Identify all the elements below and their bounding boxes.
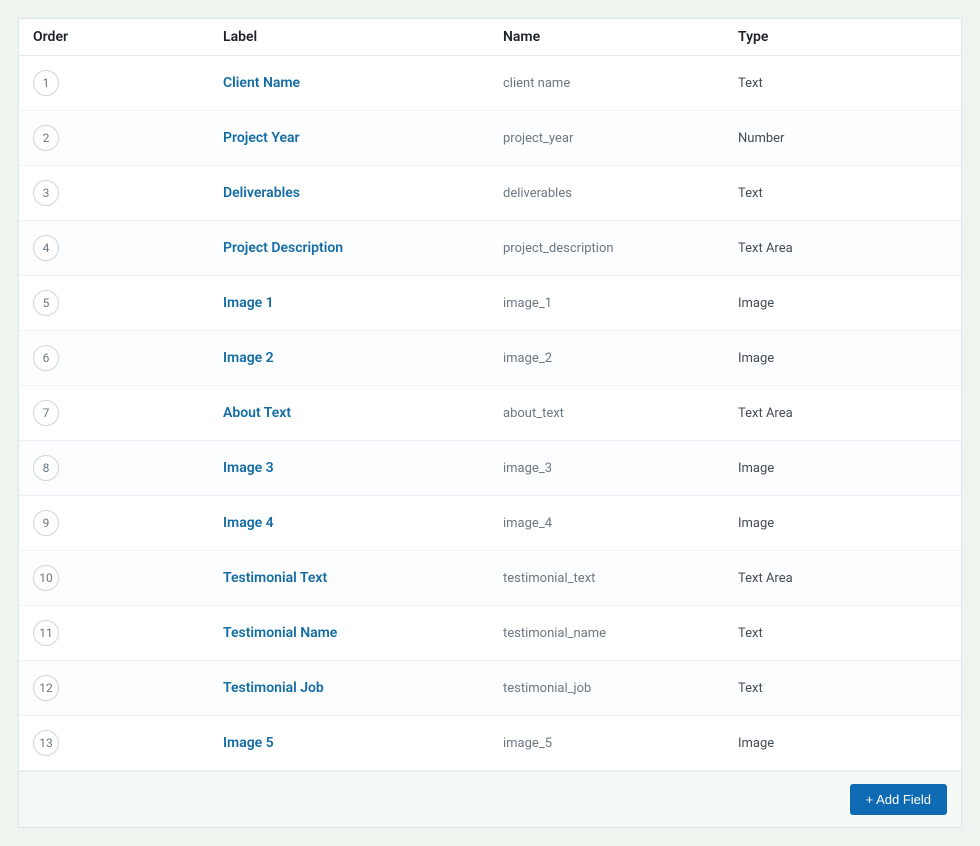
- table-row[interactable]: 7 About Text about_text Text Area: [19, 386, 961, 441]
- table-row[interactable]: 6 Image 2 image_2 Image: [19, 331, 961, 386]
- field-name: project_year: [503, 131, 573, 146]
- field-name: testimonial_text: [503, 571, 595, 586]
- order-handle[interactable]: 12: [33, 675, 59, 701]
- field-name: testimonial_job: [503, 681, 591, 696]
- field-type: Text Area: [738, 406, 793, 421]
- field-name: about_text: [503, 406, 564, 421]
- field-name: image_5: [503, 736, 552, 751]
- field-name: project_description: [503, 241, 614, 256]
- field-type: Text: [738, 626, 763, 641]
- order-handle[interactable]: 8: [33, 455, 59, 481]
- table-header: Order Label Name Type: [19, 19, 961, 56]
- table-row[interactable]: 2 Project Year project_year Number: [19, 111, 961, 166]
- field-type: Text: [738, 681, 763, 696]
- field-type: Text Area: [738, 571, 793, 586]
- field-label-link[interactable]: Project Year: [223, 130, 300, 146]
- field-label-link[interactable]: Testimonial Job: [223, 680, 324, 696]
- table-row[interactable]: 13 Image 5 image_5 Image: [19, 716, 961, 771]
- field-name: client name: [503, 76, 570, 91]
- order-handle[interactable]: 1: [33, 70, 59, 96]
- header-order: Order: [33, 29, 223, 45]
- order-handle[interactable]: 7: [33, 400, 59, 426]
- field-type: Image: [738, 736, 774, 751]
- header-name: Name: [503, 29, 738, 45]
- header-label: Label: [223, 29, 503, 45]
- table-row[interactable]: 9 Image 4 image_4 Image: [19, 496, 961, 551]
- table-row[interactable]: 1 Client Name client name Text: [19, 56, 961, 111]
- table-row[interactable]: 10 Testimonial Text testimonial_text Tex…: [19, 551, 961, 606]
- field-type: Number: [738, 131, 784, 146]
- field-label-link[interactable]: Image 2: [223, 350, 274, 366]
- field-type: Text: [738, 76, 763, 91]
- field-name: image_3: [503, 461, 552, 476]
- field-label-link[interactable]: Image 1: [223, 295, 274, 311]
- rows-container: 1 Client Name client name Text 2 Project…: [19, 56, 961, 771]
- field-type: Text Area: [738, 241, 793, 256]
- field-type: Image: [738, 296, 774, 311]
- table-row[interactable]: 4 Project Description project_descriptio…: [19, 221, 961, 276]
- order-handle[interactable]: 13: [33, 730, 59, 756]
- field-name: image_2: [503, 351, 552, 366]
- field-name: deliverables: [503, 186, 572, 201]
- header-type: Type: [738, 29, 947, 45]
- field-label-link[interactable]: Project Description: [223, 240, 343, 256]
- field-label-link[interactable]: Deliverables: [223, 185, 300, 201]
- table-row[interactable]: 5 Image 1 image_1 Image: [19, 276, 961, 331]
- field-label-link[interactable]: About Text: [223, 405, 291, 421]
- field-label-link[interactable]: Testimonial Name: [223, 625, 337, 641]
- field-type: Image: [738, 516, 774, 531]
- field-label-link[interactable]: Client Name: [223, 75, 300, 91]
- order-handle[interactable]: 4: [33, 235, 59, 261]
- table-row[interactable]: 3 Deliverables deliverables Text: [19, 166, 961, 221]
- field-label-link[interactable]: Testimonial Text: [223, 570, 327, 586]
- table-footer: + Add Field: [19, 771, 961, 827]
- add-field-button[interactable]: + Add Field: [850, 784, 947, 815]
- field-type: Image: [738, 351, 774, 366]
- table-row[interactable]: 12 Testimonial Job testimonial_job Text: [19, 661, 961, 716]
- field-label-link[interactable]: Image 4: [223, 515, 274, 531]
- field-type: Image: [738, 461, 774, 476]
- order-handle[interactable]: 5: [33, 290, 59, 316]
- field-label-link[interactable]: Image 3: [223, 460, 274, 476]
- order-handle[interactable]: 2: [33, 125, 59, 151]
- order-handle[interactable]: 9: [33, 510, 59, 536]
- field-type: Text: [738, 186, 763, 201]
- order-handle[interactable]: 6: [33, 345, 59, 371]
- order-handle[interactable]: 11: [33, 620, 59, 646]
- order-handle[interactable]: 3: [33, 180, 59, 206]
- field-name: image_1: [503, 296, 552, 311]
- field-name: image_4: [503, 516, 552, 531]
- order-handle[interactable]: 10: [33, 565, 59, 591]
- fields-panel: Order Label Name Type 1 Client Name clie…: [18, 18, 962, 828]
- field-name: testimonial_name: [503, 626, 606, 641]
- field-label-link[interactable]: Image 5: [223, 735, 274, 751]
- table-row[interactable]: 8 Image 3 image_3 Image: [19, 441, 961, 496]
- table-row[interactable]: 11 Testimonial Name testimonial_name Tex…: [19, 606, 961, 661]
